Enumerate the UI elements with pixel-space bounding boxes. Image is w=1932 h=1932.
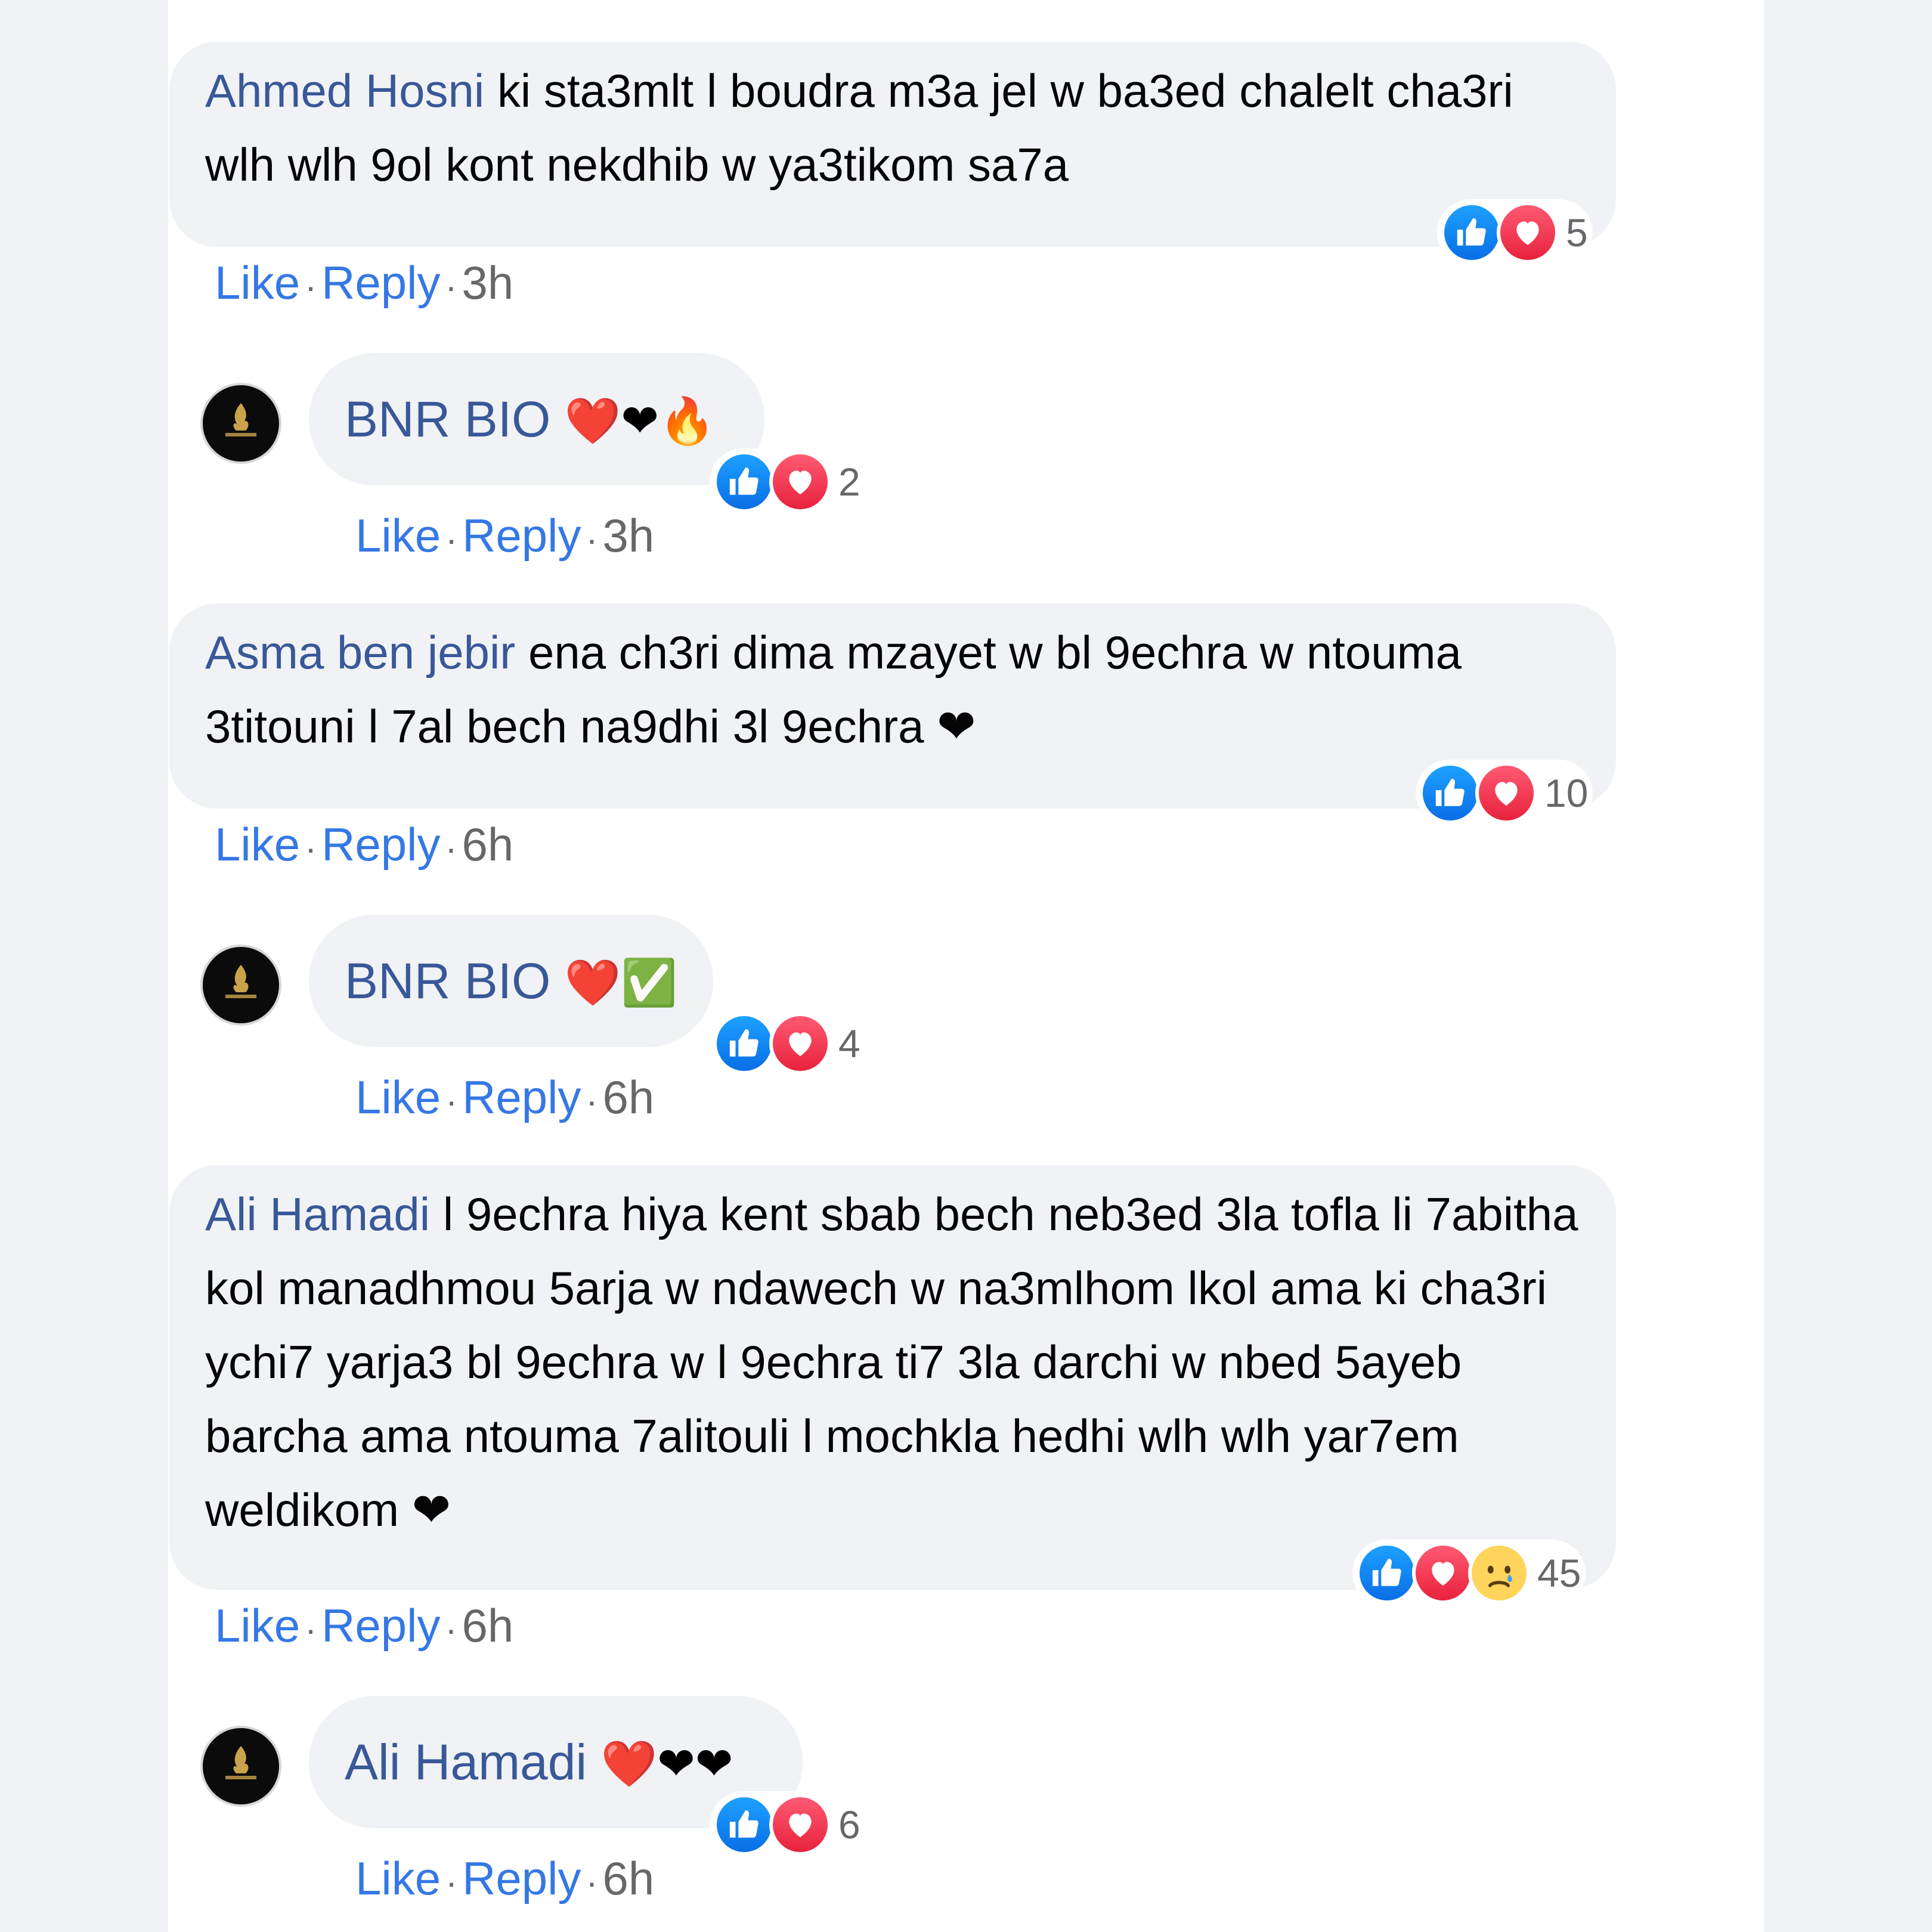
reply-button[interactable]: Reply <box>462 1852 581 1905</box>
avatar[interactable] <box>200 383 281 464</box>
separator-dot: · <box>445 828 457 868</box>
reply-button[interactable]: Reply <box>462 509 581 562</box>
like-button[interactable]: Like <box>355 509 441 562</box>
separator-dot: · <box>305 267 317 306</box>
reply-button[interactable]: Reply <box>462 1071 581 1123</box>
reply-button[interactable]: Reply <box>321 1599 440 1652</box>
reactions-summary[interactable]: 4 <box>710 1010 865 1077</box>
comment-actions: Like · Reply · 6h <box>215 815 513 878</box>
heart-icon <box>1412 1542 1474 1604</box>
reactions-count: 10 <box>1544 771 1589 815</box>
comment-bubble: Asma ben jebir ena ch3ri dima mzayet w b… <box>169 603 1616 809</box>
reactions-count: 4 <box>838 1021 860 1066</box>
reply-button[interactable]: Reply <box>321 818 440 871</box>
separator-dot: · <box>445 267 457 306</box>
comment-author[interactable]: Ali Hamadi <box>205 1188 430 1240</box>
reactions-summary[interactable]: 45 <box>1352 1540 1586 1606</box>
thumbs-up-icon <box>713 451 775 513</box>
reply-author[interactable]: BNR BIO <box>345 391 550 447</box>
reply-actions: Like · Reply · 3h <box>355 506 654 569</box>
comment-timestamp[interactable]: 3h <box>462 256 513 309</box>
reactions-count: 45 <box>1537 1551 1581 1595</box>
thumbs-up-icon <box>1356 1542 1418 1604</box>
separator-dot: · <box>586 1862 598 1902</box>
reply-timestamp[interactable]: 6h <box>602 1852 654 1905</box>
reactions-count: 6 <box>838 1803 860 1847</box>
comment-actions: Like · Reply · 6h <box>215 1596 513 1659</box>
like-button[interactable]: Like <box>215 256 300 309</box>
reply-bubble: BNR BIO ❤️✅ <box>309 915 713 1047</box>
thumbs-up-icon <box>713 1013 775 1075</box>
avatar[interactable] <box>200 945 281 1026</box>
comment-author[interactable]: Ahmed Hosni <box>205 64 484 117</box>
reply-actions: Like · Reply · 6h <box>355 1849 654 1912</box>
heart-icon <box>769 1013 831 1075</box>
reply-emojis: ❤️✅ <box>564 958 678 1008</box>
heart-icon <box>1475 762 1537 824</box>
bnr-bio-logo <box>225 1746 256 1779</box>
separator-dot: · <box>305 828 317 868</box>
separator-dot: · <box>586 1081 598 1121</box>
comment-bubble: Ali Hamadi l 9echra hiya kent sbab bech … <box>169 1165 1616 1590</box>
like-button[interactable]: Like <box>355 1071 441 1123</box>
reactions-count: 5 <box>1566 210 1588 255</box>
reply-bubble: BNR BIO ❤️❤🔥 <box>309 353 764 485</box>
separator-dot: · <box>445 1862 458 1902</box>
reply-author[interactable]: BNR BIO <box>345 953 550 1009</box>
heart-icon <box>769 451 831 513</box>
reactions-summary[interactable]: 5 <box>1437 199 1593 266</box>
reply-button[interactable]: Reply <box>321 256 440 309</box>
reactions-count: 2 <box>838 460 860 504</box>
bnr-bio-logo <box>225 965 256 998</box>
avatar[interactable] <box>200 1726 281 1807</box>
bnr-bio-logo <box>225 403 256 436</box>
thumbs-up-icon <box>713 1794 775 1856</box>
reactions-summary[interactable]: 2 <box>710 448 865 515</box>
sad-face-icon <box>1468 1542 1530 1604</box>
comment-timestamp[interactable]: 6h <box>462 1599 513 1652</box>
thumbs-up-icon <box>1441 202 1503 264</box>
comment-bubble: Ahmed Hosni ki sta3mlt l boudra m3a jel … <box>169 42 1616 247</box>
reply-timestamp[interactable]: 3h <box>602 509 654 562</box>
like-button[interactable]: Like <box>215 818 300 871</box>
reply-actions: Like · Reply · 6h <box>355 1067 654 1131</box>
heart-icon <box>1497 202 1559 264</box>
reply-timestamp[interactable]: 6h <box>602 1071 654 1123</box>
separator-dot: · <box>305 1609 317 1649</box>
reply-emojis: ❤️❤❤ <box>600 1739 733 1789</box>
separator-dot: · <box>445 519 458 559</box>
like-button[interactable]: Like <box>355 1852 441 1905</box>
reactions-summary[interactable]: 6 <box>710 1791 865 1858</box>
separator-dot: · <box>445 1081 458 1121</box>
heart-icon <box>769 1794 831 1856</box>
reply-emojis: ❤️❤🔥 <box>564 396 716 447</box>
comment-author[interactable]: Asma ben jebir <box>205 626 515 679</box>
separator-dot: · <box>586 519 598 559</box>
like-button[interactable]: Like <box>215 1599 300 1652</box>
comment-actions: Like · Reply · 3h <box>215 253 513 317</box>
reactions-summary[interactable]: 10 <box>1416 760 1593 826</box>
comment-timestamp[interactable]: 6h <box>462 818 513 871</box>
thumbs-up-icon <box>1419 762 1481 824</box>
reply-author[interactable]: Ali Hamadi <box>345 1734 587 1790</box>
separator-dot: · <box>445 1609 457 1649</box>
